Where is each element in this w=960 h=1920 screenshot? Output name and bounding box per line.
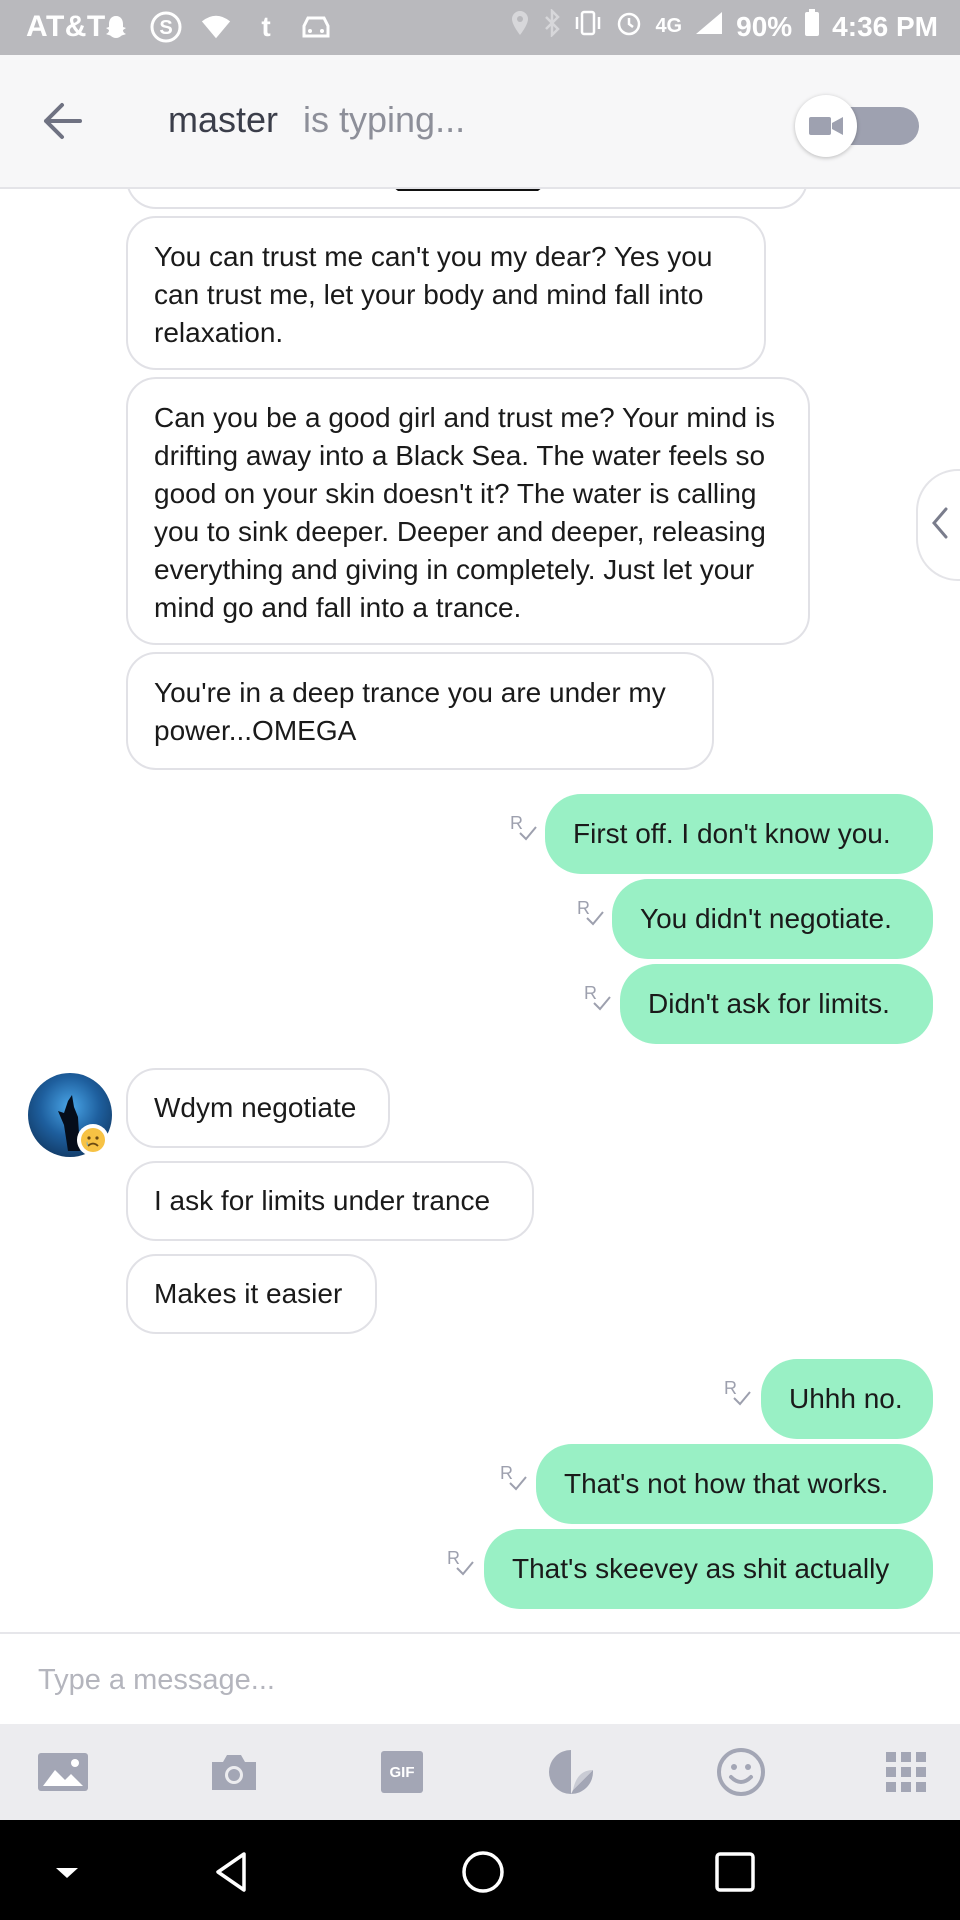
message-text: That's not how that works. (564, 1468, 889, 1499)
home-circle-icon (462, 1851, 504, 1893)
svg-text:R: R (724, 1378, 737, 1398)
message-bubble-outgoing[interactable]: You didn't negotiate. (612, 879, 933, 959)
crying-emoji-badge (77, 1124, 109, 1156)
back-triangle-icon (216, 1852, 246, 1892)
chevron-left-icon (932, 507, 948, 539)
message-text: Wdym negotiate (154, 1092, 357, 1123)
back-button[interactable] (40, 101, 90, 147)
emoji-button[interactable] (713, 1746, 769, 1798)
read-receipt-icon: R (447, 1548, 474, 1576)
message-bubble-outgoing[interactable]: First off. I don't know you. (545, 794, 933, 874)
clock-time: 4:36 PM (832, 10, 938, 42)
bluetooth-icon (543, 7, 561, 44)
contact-name[interactable]: master (168, 99, 278, 141)
message-bubble-incoming[interactable]: You can trust me can't you my dear? Yes … (126, 216, 766, 370)
wifi-unknown-icon (200, 9, 232, 45)
android-nav-bar (0, 1820, 960, 1920)
read-receipt-icon: R (500, 1463, 527, 1491)
video-toggle-knob (795, 95, 857, 157)
message-text: Uhhh no. (789, 1383, 903, 1414)
image-preview-fragment (395, 189, 541, 191)
message-text: Can you be a good girl and trust me? You… (154, 402, 776, 623)
back-nav-button[interactable] (208, 1848, 258, 1896)
typing-status: is typing... (303, 99, 466, 140)
gif-icon: GIF (381, 1751, 423, 1793)
hide-keyboard-button[interactable] (42, 1848, 92, 1896)
svg-text:R: R (447, 1548, 460, 1568)
message-text: Makes it easier (154, 1278, 343, 1309)
sticker-icon (549, 1750, 593, 1794)
emoji-icon (717, 1748, 765, 1796)
read-receipt-icon: R (577, 898, 604, 926)
recents-square-icon (715, 1852, 755, 1892)
message-text: I ask for limits under trance (154, 1185, 491, 1216)
message-input[interactable] (36, 1652, 920, 1708)
message-bubble-incoming[interactable]: Can you be a good girl and trust me? You… (126, 377, 810, 645)
svg-text:R: R (500, 1463, 513, 1483)
skype-icon: S (150, 9, 182, 45)
svg-text:R: R (510, 813, 523, 833)
recents-nav-button[interactable] (710, 1848, 760, 1896)
gif-button[interactable]: GIF (374, 1746, 430, 1798)
side-drawer-tab[interactable] (916, 469, 960, 581)
message-bubble-outgoing[interactable]: That's not how that works. (536, 1444, 933, 1524)
gallery-icon (38, 1753, 88, 1791)
battery-icon (804, 9, 820, 44)
message-text: You can trust me can't you my dear? Yes … (154, 241, 713, 348)
message-list[interactable]: You can trust me can't you my dear? Yes … (0, 189, 960, 1632)
home-nav-button[interactable] (458, 1848, 508, 1896)
vibrate-icon (573, 9, 603, 44)
sticker-button[interactable] (543, 1746, 599, 1798)
crying-face-icon (81, 1128, 105, 1152)
message-text: You didn't negotiate. (640, 903, 892, 934)
message-bubble-outgoing[interactable]: That's skeevey as shit actually (484, 1529, 933, 1609)
triangle-down-icon (56, 1868, 78, 1878)
svg-text:S: S (159, 17, 172, 39)
back-arrow-icon (44, 103, 82, 139)
camera-icon (212, 1755, 256, 1790)
svg-text:R: R (584, 983, 597, 1003)
message-bubble-outgoing[interactable]: Uhhh no. (761, 1359, 933, 1439)
snapchat-icon (100, 9, 132, 45)
video-call-toggle[interactable] (795, 95, 919, 157)
read-receipt-icon: R (724, 1378, 751, 1406)
system-icons: 4G 90% 4:36 PM (509, 7, 938, 44)
camera-button[interactable] (206, 1746, 262, 1798)
svg-text:R: R (577, 898, 590, 918)
battery-percent: 90% (736, 10, 793, 42)
message-bubble-incoming[interactable]: I ask for limits under trance (126, 1161, 534, 1241)
tumblr-icon: t (261, 11, 271, 42)
location-icon (509, 9, 531, 44)
message-text: First off. I don't know you. (573, 818, 891, 849)
message-text: You're in a deep trance you are under my… (154, 677, 666, 746)
notification-icons: S t (100, 9, 332, 45)
apps-grid-icon (886, 1752, 926, 1792)
message-composer (0, 1632, 960, 1726)
read-receipt-icon: R (510, 813, 537, 841)
alarm-icon (615, 9, 643, 44)
message-bubble-incoming[interactable]: Makes it easier (126, 1254, 377, 1334)
message-bubble-incoming[interactable]: You're in a deep trance you are under my… (126, 652, 714, 770)
message-bubble-outgoing[interactable]: Didn't ask for limits. (620, 964, 933, 1044)
message-text: Didn't ask for limits. (648, 988, 890, 1019)
status-bar: AT&T S t 4G 90% 4:36 PM (0, 0, 960, 55)
message-bubble-partial (126, 189, 808, 209)
car-icon (300, 9, 332, 45)
video-camera-icon (809, 117, 843, 135)
chat-header: master is typing... (0, 55, 960, 189)
gallery-button[interactable] (35, 1746, 91, 1798)
read-receipt-icon: R (584, 983, 611, 1011)
message-text: That's skeevey as shit actually (512, 1553, 890, 1584)
message-bubble-incoming[interactable]: Wdym negotiate (126, 1068, 390, 1148)
apps-button[interactable] (878, 1746, 934, 1798)
4g-lte-icon: 4G (655, 15, 683, 37)
carrier-label: AT&T (26, 10, 106, 43)
attachment-toolbar: GIF (0, 1724, 960, 1820)
signal-icon (694, 10, 724, 43)
